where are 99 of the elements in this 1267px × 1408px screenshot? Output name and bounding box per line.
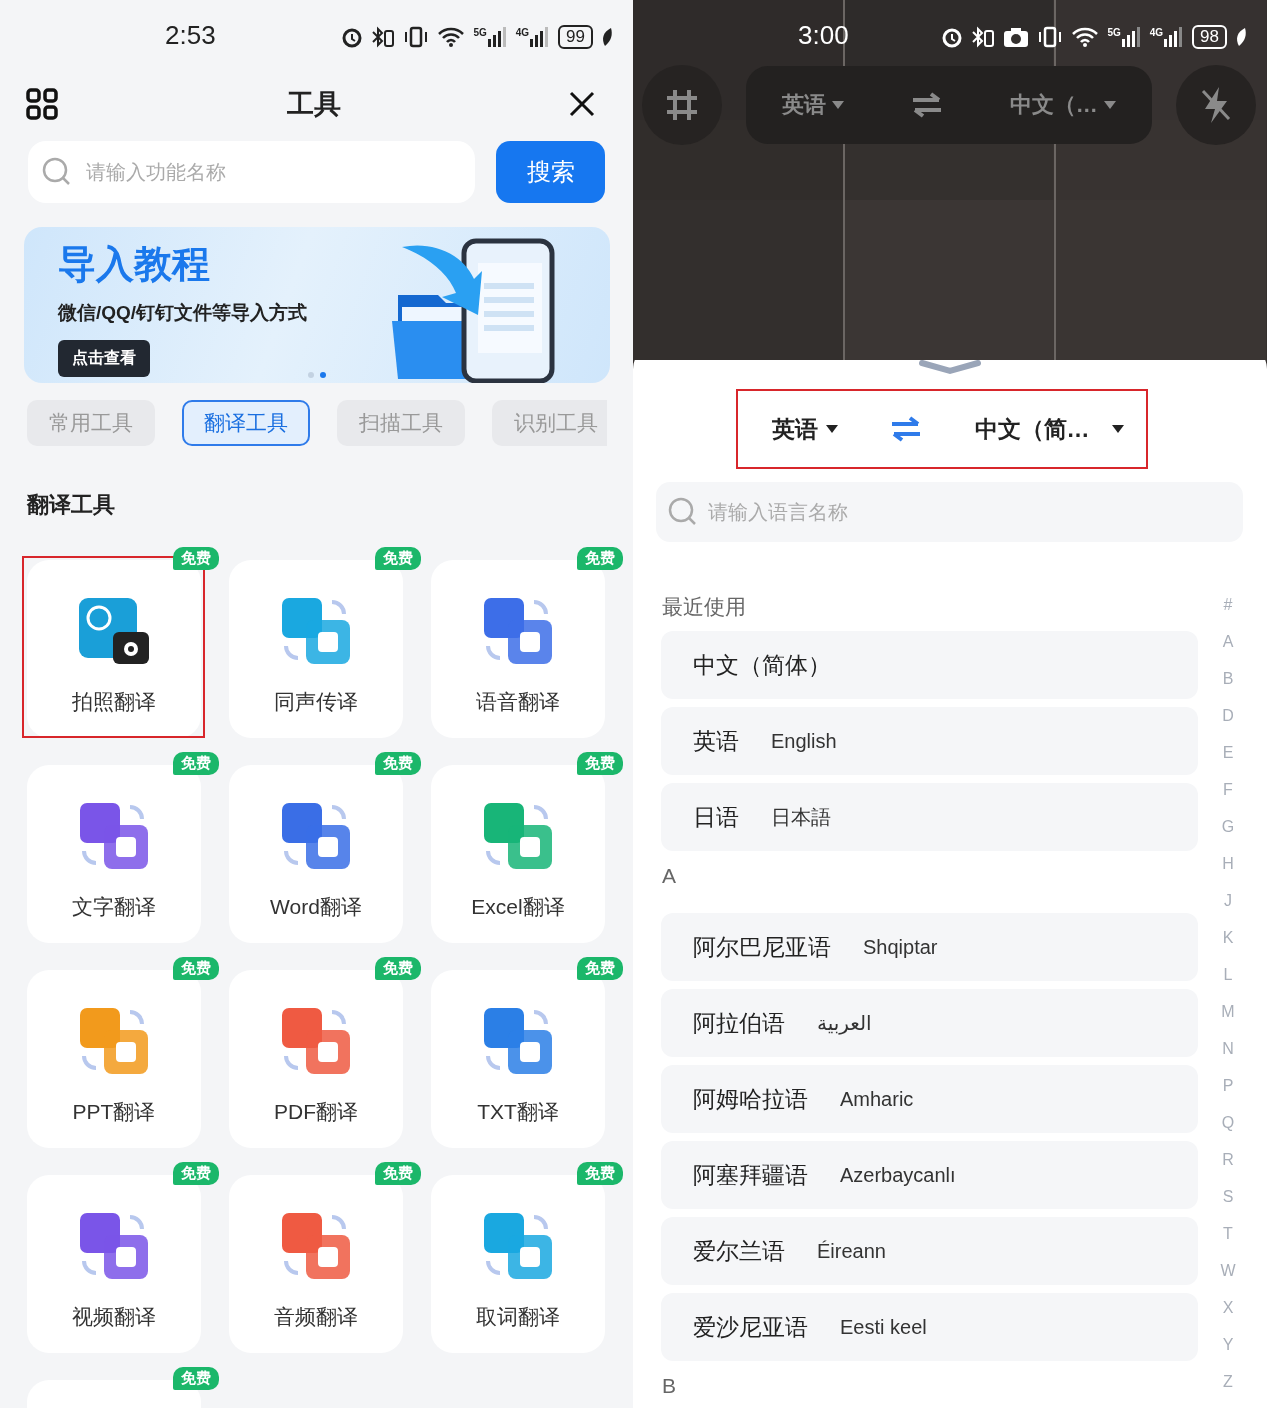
tool-label: 视频翻译	[72, 1304, 156, 1330]
native-name: Azerbaycanlı	[840, 1163, 956, 1187]
flash-off-icon	[1199, 85, 1233, 125]
page-title: 工具	[286, 88, 341, 121]
free-badge: 免费	[173, 547, 219, 570]
tool-label: 取词翻译	[476, 1304, 560, 1330]
free-badge: 免费	[577, 957, 623, 980]
language-item[interactable]: 阿尔巴尼亚语 Shqiptar	[661, 913, 1198, 981]
tool-label: 语音翻译	[476, 689, 560, 715]
free-badge: 免费	[375, 957, 421, 980]
native-name: العربية	[817, 1011, 872, 1035]
view-button[interactable]: 点击查看	[58, 340, 150, 377]
language-name: 爱尔兰语	[693, 1236, 785, 1266]
section-title: 翻译工具	[26, 491, 116, 519]
group-heading: B	[662, 1374, 676, 1397]
tool-label: 拍照翻译	[72, 689, 156, 715]
leaf-icon	[601, 27, 613, 47]
free-badge: 免费	[577, 547, 623, 570]
language-name: 阿尔巴尼亚语	[693, 932, 831, 962]
free-badge: 免费	[577, 752, 623, 775]
language-name: 英语	[693, 726, 739, 756]
native-name: Amharic	[840, 1087, 914, 1111]
free-badge: 免费	[375, 1162, 421, 1185]
language-name: 爱沙尼亚语	[693, 1312, 808, 1342]
language-item[interactable]: 阿姆哈拉语 Amharic	[661, 1065, 1198, 1133]
free-badge: 免费	[173, 752, 219, 775]
wifi-icon	[1071, 26, 1100, 48]
language-item[interactable]: 英语 English	[661, 707, 1198, 775]
bluetooth-icon	[371, 26, 396, 48]
category-tab[interactable]: 翻译工具	[182, 400, 310, 446]
free-badge: 免费	[173, 1162, 219, 1185]
category-tab[interactable]: 常用工具	[27, 400, 155, 446]
tool-label: Word翻译	[270, 894, 362, 920]
language-name: 阿拉伯语	[693, 1008, 785, 1038]
category-tab[interactable]: 识别工具	[492, 400, 607, 446]
tool-label: 同声传译	[274, 689, 358, 715]
status-time: 2:53	[165, 19, 216, 51]
language-search-field[interactable]: 请输入语言名称	[656, 482, 1243, 542]
index-letter[interactable]: N	[1222, 1030, 1234, 1067]
target-language-dropdown[interactable]: 中文（…	[1003, 89, 1122, 121]
language-item[interactable]: 中文（简体）	[661, 631, 1198, 699]
alarm-icon	[941, 26, 964, 48]
swap-icon[interactable]	[890, 416, 922, 442]
search-icon	[42, 157, 72, 187]
wifi-icon	[437, 26, 466, 48]
battery-indicator: 99	[558, 25, 593, 49]
leaf-icon	[1235, 27, 1247, 47]
camera-icon	[1003, 26, 1030, 48]
language-name: 阿塞拜疆语	[693, 1160, 808, 1190]
free-badge: 免费	[375, 752, 421, 775]
language-name: 日语	[693, 802, 739, 832]
free-badge: 免费	[375, 547, 421, 570]
native-name: Shqiptar	[863, 935, 938, 959]
language-item[interactable]: 爱尔兰语 Éireann	[661, 1217, 1198, 1285]
grid-icon[interactable]	[26, 88, 58, 120]
free-badge: 免费	[173, 957, 219, 980]
close-icon[interactable]	[569, 91, 595, 117]
grid-lines-icon	[664, 87, 700, 123]
alarm-icon	[341, 26, 364, 48]
tool-label: 音频翻译	[274, 1304, 358, 1330]
language-name: 中文（简体）	[693, 650, 831, 680]
vibrate-icon	[1037, 26, 1064, 48]
source-language-dropdown[interactable]: 英语	[776, 89, 851, 121]
vibrate-icon	[403, 26, 430, 48]
banner-title: 导入教程	[58, 242, 210, 287]
caret-icon	[1103, 100, 1116, 110]
native-name: Eesti keel	[840, 1315, 927, 1339]
collapse-icon[interactable]	[918, 359, 982, 375]
source-language-dropdown[interactable]: 英语	[765, 412, 844, 446]
tool-label: PDF翻译	[274, 1099, 358, 1125]
battery-indicator: 98	[1192, 25, 1227, 49]
bluetooth-icon	[971, 26, 996, 48]
group-heading: A	[662, 864, 676, 887]
search-button[interactable]: 搜索	[496, 141, 605, 203]
caret-icon	[832, 100, 845, 110]
search-icon	[668, 497, 698, 527]
search-field[interactable]: 请输入功能名称	[28, 141, 475, 203]
banner-subtitle: 微信/QQ/钉钉文件等导入方式	[58, 301, 308, 325]
tool-label: 文字翻译	[72, 894, 156, 920]
native-name: English	[771, 729, 837, 753]
tutorial-banner[interactable]: 导入教程 微信/QQ/钉钉文件等导入方式 点击查看	[24, 227, 610, 383]
native-name: Éireann	[817, 1239, 886, 1263]
language-item[interactable]: 爱沙尼亚语 Eesti keel	[661, 1293, 1198, 1361]
caret-icon	[1111, 424, 1124, 434]
target-language-dropdown[interactable]: 中文（简…	[968, 412, 1130, 446]
status-time: 3:00	[798, 19, 849, 51]
tool-label: PPT翻译	[72, 1099, 156, 1125]
group-heading: 最近使用	[662, 595, 746, 618]
free-badge: 免费	[173, 1367, 219, 1390]
category-tab[interactable]: 扫描工具	[337, 400, 465, 446]
language-item[interactable]: 阿塞拜疆语 Azerbaycanlı	[661, 1141, 1198, 1209]
native-name: 日本語	[771, 804, 831, 830]
caret-icon	[825, 424, 838, 434]
tool-label: Excel翻译	[471, 894, 565, 920]
swap-icon[interactable]	[911, 92, 943, 118]
tool-label: TXT翻译	[477, 1099, 559, 1125]
free-badge: 免费	[577, 1162, 623, 1185]
language-item[interactable]: 日语 日本語	[661, 783, 1198, 851]
language-name: 阿姆哈拉语	[693, 1084, 808, 1114]
